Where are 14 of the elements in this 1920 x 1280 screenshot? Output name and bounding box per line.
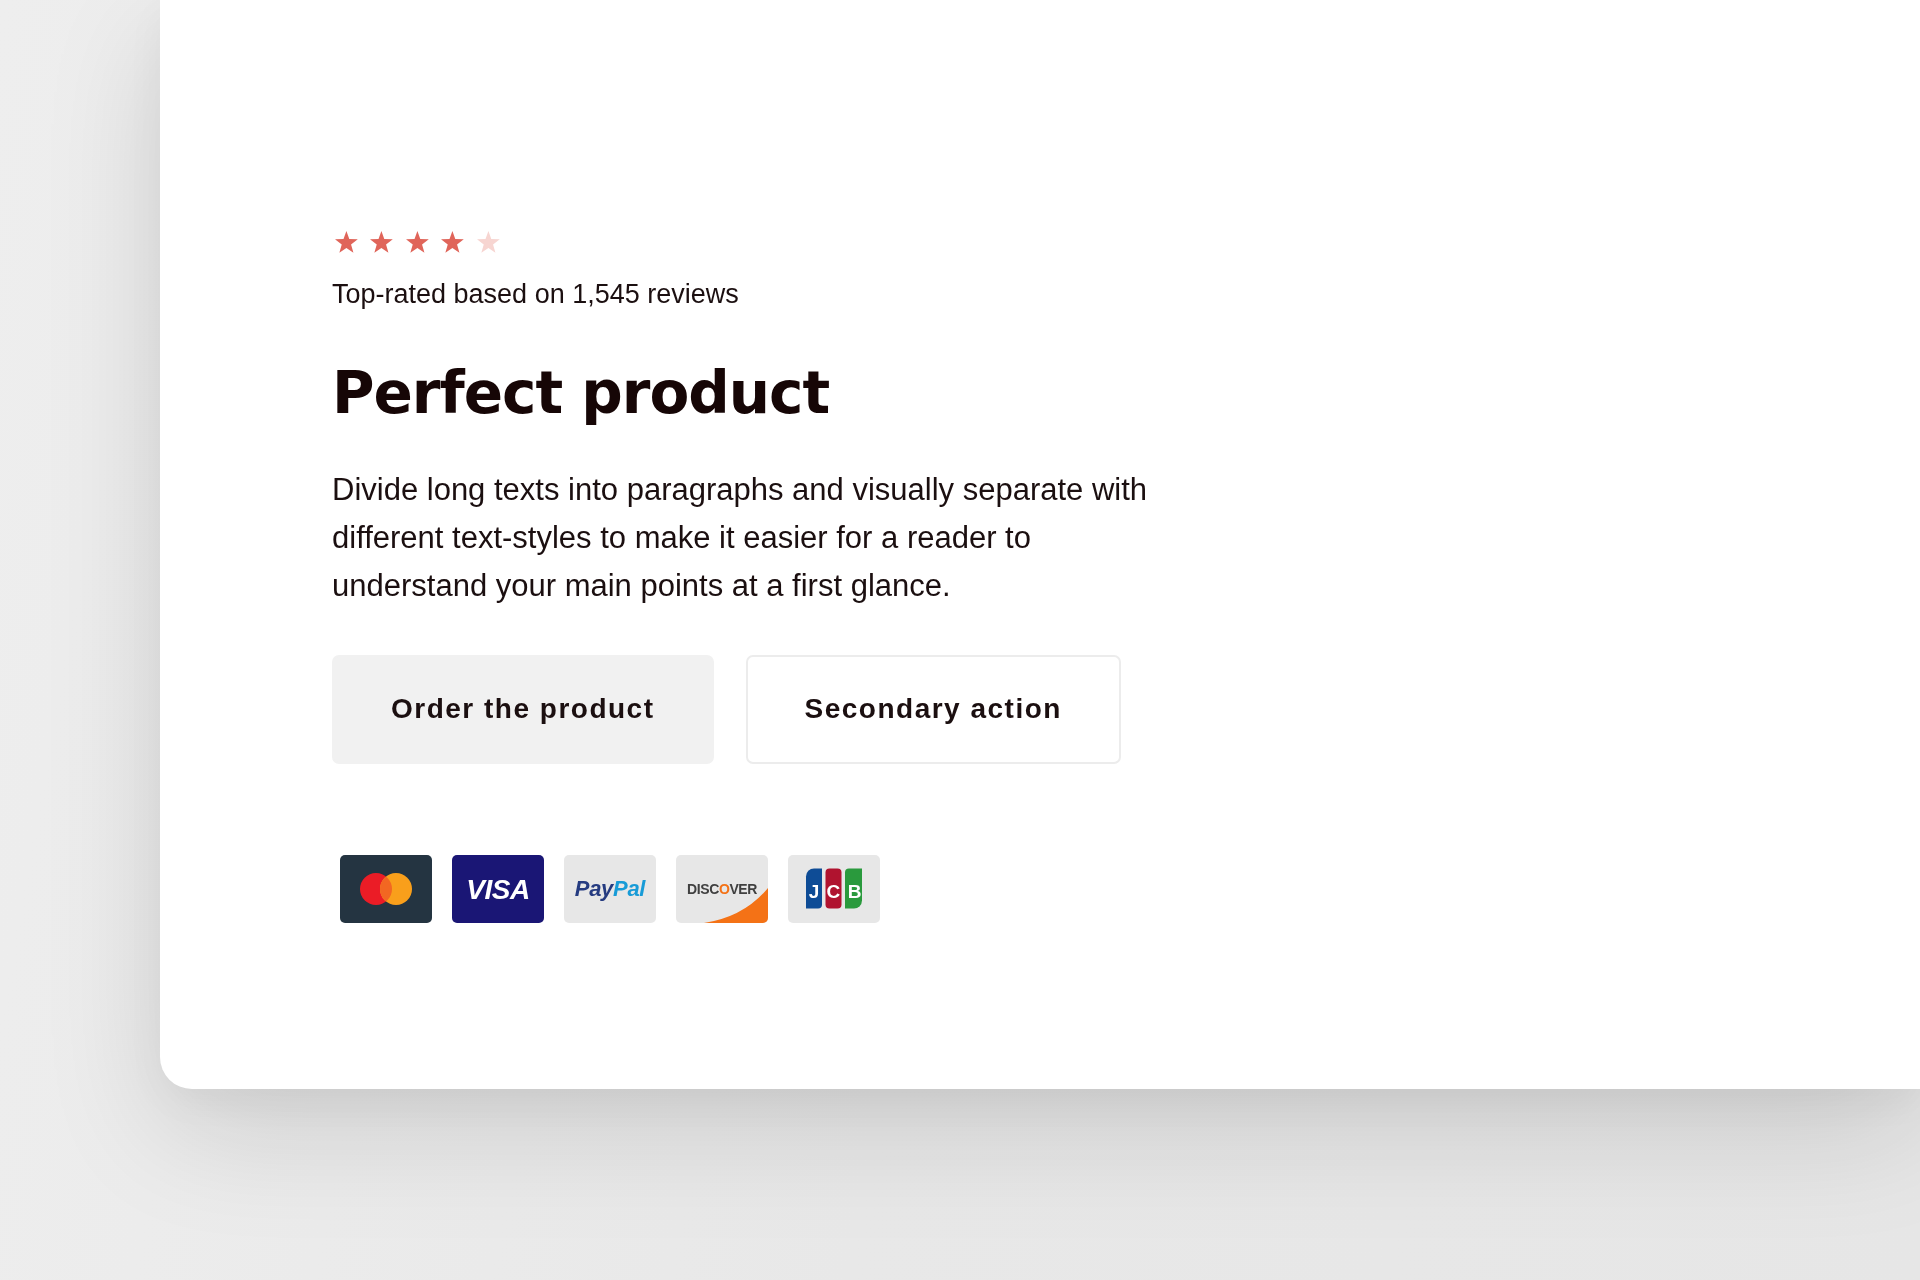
secondary-button[interactable]: Secondary action (745, 654, 1121, 764)
star-icon (441, 231, 465, 253)
star-icon (335, 231, 358, 253)
star-icon (370, 231, 394, 253)
product-title: Perfect product (332, 357, 830, 429)
payment-logo: PayPal (564, 854, 656, 923)
product-description: Divide long texts into paragraphs and visually separate with different text-styles to make it easier for a reader to understand your main points at a first glance. (332, 470, 1149, 605)
overlapping-circles-icon (340, 854, 432, 923)
payment-logo: DISCOVER (676, 854, 768, 923)
payment-logo: VISA (452, 854, 544, 923)
star-icon (405, 231, 429, 253)
rating-caption: Top-rated based on 1,545 reviews (332, 278, 739, 309)
order-button[interactable]: Order the product (332, 654, 714, 764)
star-icon (476, 231, 500, 253)
